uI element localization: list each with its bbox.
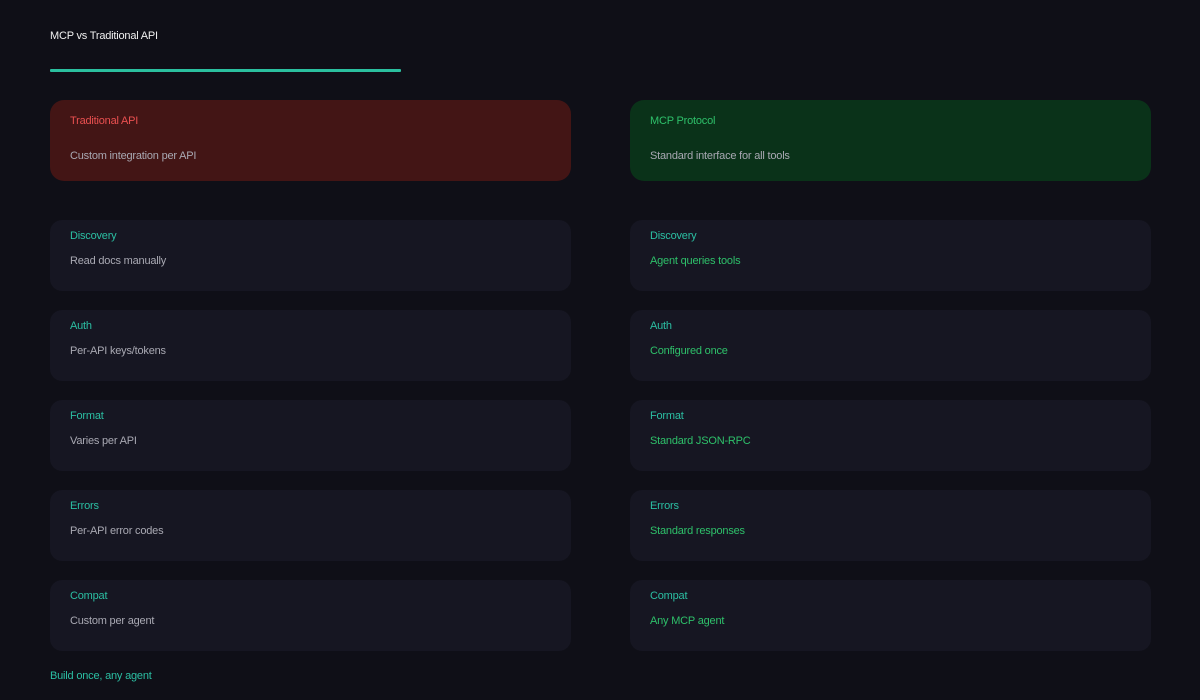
row-value: Read docs manually [70, 255, 167, 267]
mcp-row-discovery: Discovery Agent queries tools [630, 220, 1151, 291]
traditional-row-format: Format Varies per API [50, 400, 571, 471]
row-label: Auth [650, 320, 672, 332]
row-value: Standard JSON-RPC [650, 435, 751, 447]
row-label: Discovery [650, 230, 697, 242]
mcp-protocol-column: MCP Protocol Standard interface for all … [630, 100, 1151, 670]
row-label: Errors [650, 500, 679, 512]
mcp-row-auth: Auth Configured once [630, 310, 1151, 381]
traditional-row-auth: Auth Per-API keys/tokens [50, 310, 571, 381]
traditional-row-discovery: Discovery Read docs manually [50, 220, 571, 291]
mcp-row-format: Format Standard JSON-RPC [630, 400, 1151, 471]
row-label: Compat [650, 590, 688, 602]
row-label: Compat [70, 590, 108, 602]
footer-tagline: Build once, any agent [50, 670, 152, 682]
row-value: Any MCP agent [650, 615, 725, 627]
traditional-row-compat: Compat Custom per agent [50, 580, 571, 651]
row-value: Agent queries tools [650, 255, 741, 267]
mcp-row-compat: Compat Any MCP agent [630, 580, 1151, 651]
page-title: MCP vs Traditional API [50, 30, 158, 42]
row-value: Per-API keys/tokens [70, 345, 166, 357]
row-value: Custom per agent [70, 615, 155, 627]
row-value: Standard responses [650, 525, 745, 537]
row-value: Configured once [650, 345, 728, 357]
traditional-api-header-card: Traditional API Custom integration per A… [50, 100, 571, 181]
row-label: Discovery [70, 230, 117, 242]
row-label: Auth [70, 320, 92, 332]
mcp-protocol-header-card: MCP Protocol Standard interface for all … [630, 100, 1151, 181]
row-value: Varies per API [70, 435, 137, 447]
traditional-api-column: Traditional API Custom integration per A… [50, 100, 571, 670]
row-value: Per-API error codes [70, 525, 164, 537]
row-label: Format [650, 410, 684, 422]
traditional-row-errors: Errors Per-API error codes [50, 490, 571, 561]
mcp-row-errors: Errors Standard responses [630, 490, 1151, 561]
title-underline [50, 69, 401, 72]
traditional-api-title: Traditional API [70, 115, 139, 127]
mcp-protocol-description: Standard interface for all tools [650, 150, 790, 162]
mcp-protocol-title: MCP Protocol [650, 115, 716, 127]
row-label: Format [70, 410, 104, 422]
traditional-api-description: Custom integration per API [70, 150, 197, 162]
row-label: Errors [70, 500, 99, 512]
